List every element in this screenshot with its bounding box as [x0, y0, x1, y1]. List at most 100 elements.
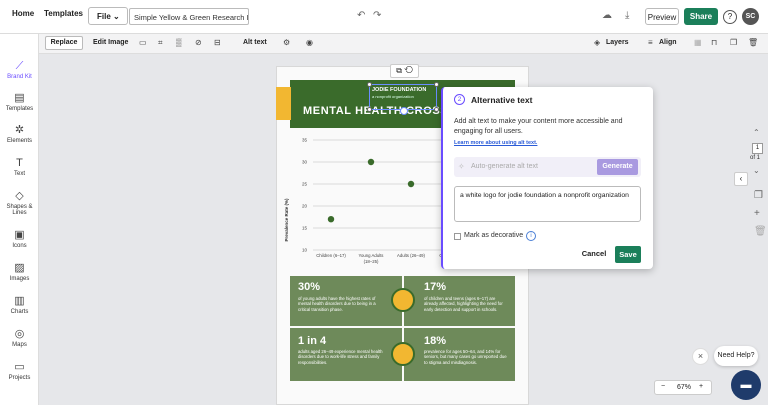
sidebar-item-maps[interactable]: ◎ Maps: [0, 328, 39, 348]
chevron-down-icon: ⌄: [113, 12, 120, 21]
alt-text-input[interactable]: a white logo for jodie foundation a nonp…: [454, 186, 641, 222]
file-menu-button[interactable]: File ⌄: [88, 7, 128, 25]
divider: [290, 326, 515, 328]
resize-handle[interactable]: [434, 82, 439, 87]
y-tick-label: 30: [302, 160, 308, 165]
sidebar-item-charts[interactable]: ▥ Charts: [0, 295, 39, 315]
sidebar-item-icons[interactable]: ▣ Icons: [0, 229, 39, 249]
cloud-save-icon[interactable]: ☁: [602, 10, 612, 22]
stat-desc[interactable]: of young adults have the highest rates o…: [298, 296, 384, 312]
generate-button[interactable]: Generate: [597, 159, 638, 175]
chart-y-ticks: 35 30 25 20 15 10: [302, 138, 308, 253]
need-help-bubble[interactable]: Need Help?: [714, 346, 758, 366]
sidebar-item-images[interactable]: ▨ Images: [0, 262, 39, 282]
x-tick-label: (18–25): [364, 259, 379, 264]
share-button[interactable]: Share: [684, 8, 718, 25]
decorative-checkbox[interactable]: [454, 233, 461, 240]
stat-value[interactable]: 18%: [424, 335, 446, 347]
crop-frame-icon[interactable]: ▭: [139, 38, 147, 47]
zoom-control: − 67% +: [654, 380, 712, 395]
stat-value[interactable]: 1 in 4: [298, 335, 326, 347]
filter-icon[interactable]: ▒: [176, 38, 182, 47]
save-button[interactable]: Save: [615, 246, 641, 263]
replace-image-icon[interactable]: ⟲: [404, 66, 413, 75]
add-page-icon[interactable]: +: [754, 208, 760, 220]
sidebar-item-brand-kit[interactable]: ⟋ Brand Kit: [0, 60, 39, 80]
stat-desc[interactable]: prevalence for ages 50–64, and 14% for s…: [424, 349, 510, 365]
x-tick-label: Young Adults: [359, 253, 384, 258]
collapse-panel-icon[interactable]: ‹: [734, 172, 748, 186]
shapes-icon: ◇: [15, 190, 24, 202]
sidebar-item-text[interactable]: T Text: [0, 157, 39, 177]
prevalence-chart: Prevalence Rate (%) 35 30 25 20 15 10 Childre…: [284, 138, 443, 264]
sparkle-icon: ✧: [458, 162, 465, 171]
info-icon[interactable]: i: [526, 231, 536, 241]
chat-icon[interactable]: ▬: [731, 370, 761, 400]
animate-icon[interactable]: ◉: [306, 38, 313, 47]
document-name-field[interactable]: Simple Yellow & Green Research I...: [129, 8, 249, 25]
trash-icon[interactable]: 🗑: [748, 38, 758, 47]
edit-image-button[interactable]: Edit Image: [93, 39, 128, 46]
y-axis-label: Prevalence Rate (%): [284, 198, 289, 242]
sidebar-item-projects[interactable]: ▭ Projects: [0, 361, 39, 381]
download-icon[interactable]: ⤓: [625, 10, 629, 22]
floating-controls[interactable]: ⧉ ⟲: [390, 64, 419, 78]
crop-icon[interactable]: ⌗: [158, 38, 163, 48]
position-icon[interactable]: ⊟: [214, 38, 221, 47]
delete-page-icon[interactable]: 🗑: [754, 226, 767, 238]
avatar[interactable]: SC: [742, 8, 759, 25]
sidebar-item-templates[interactable]: ▤ Templates: [0, 92, 39, 112]
magic-wand-icon: ⟋: [15, 60, 24, 72]
stat-desc[interactable]: of children and teens (ages 6–17) are al…: [424, 296, 510, 312]
sidebar-item-shapes[interactable]: ◇ Shapes & Lines: [0, 190, 39, 216]
sidebar-item-elements[interactable]: ✲ Elements: [0, 124, 39, 144]
duplicate-icon[interactable]: ⧉: [396, 66, 402, 75]
lock-icon[interactable]: ⊓: [711, 38, 717, 47]
chart-icon: ▥: [14, 295, 25, 307]
stat-desc[interactable]: adults aged 26–49 experience mental heal…: [298, 349, 384, 365]
zoom-in-button[interactable]: +: [699, 383, 703, 390]
replace-button[interactable]: Replace: [45, 36, 83, 50]
alt-text-button[interactable]: Alt text: [243, 39, 267, 46]
resize-handle[interactable]: [434, 107, 439, 112]
layers-icon[interactable]: ◈: [594, 38, 600, 47]
transparency-icon[interactable]: ▦: [694, 38, 702, 47]
chart-gridlines: [313, 139, 443, 251]
accent-bar: [276, 87, 291, 120]
align-icon[interactable]: ≡: [648, 38, 653, 47]
home-link[interactable]: Home: [12, 9, 34, 18]
templates-icon: ▤: [14, 92, 25, 104]
duplicate-page-icon[interactable]: ❐: [754, 190, 763, 202]
preview-button[interactable]: Preview: [645, 8, 679, 25]
cancel-button[interactable]: Cancel: [579, 249, 609, 261]
layers-button[interactable]: Layers: [606, 39, 629, 46]
stat-value[interactable]: 30%: [298, 281, 320, 293]
chevron-up-icon[interactable]: ⌃: [753, 127, 760, 139]
elements-icon: ✲: [14, 124, 25, 136]
decorative-label[interactable]: Mark as decorative: [464, 232, 523, 239]
rotate-handle[interactable]: [400, 107, 408, 115]
page-number[interactable]: 1: [752, 143, 763, 154]
settings-icon[interactable]: ⚙: [283, 38, 290, 47]
page-count: of 1: [750, 155, 761, 161]
help-icon[interactable]: ?: [723, 10, 737, 24]
zoom-out-button[interactable]: −: [661, 383, 665, 390]
step-badge: 2: [454, 94, 465, 105]
zoom-level[interactable]: 67%: [677, 384, 691, 391]
chevron-down-icon[interactable]: ⌄: [753, 165, 760, 177]
undo-icon[interactable]: ↶: [357, 10, 365, 22]
link-icon[interactable]: ⊘: [195, 38, 202, 47]
templates-link[interactable]: Templates: [44, 9, 83, 18]
resize-handle[interactable]: [367, 107, 372, 112]
learn-more-link[interactable]: Learn more about using alt text.: [454, 140, 537, 146]
redo-icon[interactable]: ↷: [373, 10, 381, 22]
icons-icon: ▣: [14, 229, 25, 241]
close-help-icon[interactable]: ×: [692, 348, 709, 365]
auto-generate-placeholder: Auto-generate alt text: [471, 163, 538, 170]
stat-value[interactable]: 17%: [424, 281, 446, 293]
duplicate-icon[interactable]: ❐: [730, 38, 737, 47]
align-button[interactable]: Align: [659, 39, 677, 46]
panel-title: Alternative text: [471, 95, 533, 105]
resize-handle[interactable]: [367, 82, 372, 87]
folder-icon: ▭: [14, 361, 25, 373]
